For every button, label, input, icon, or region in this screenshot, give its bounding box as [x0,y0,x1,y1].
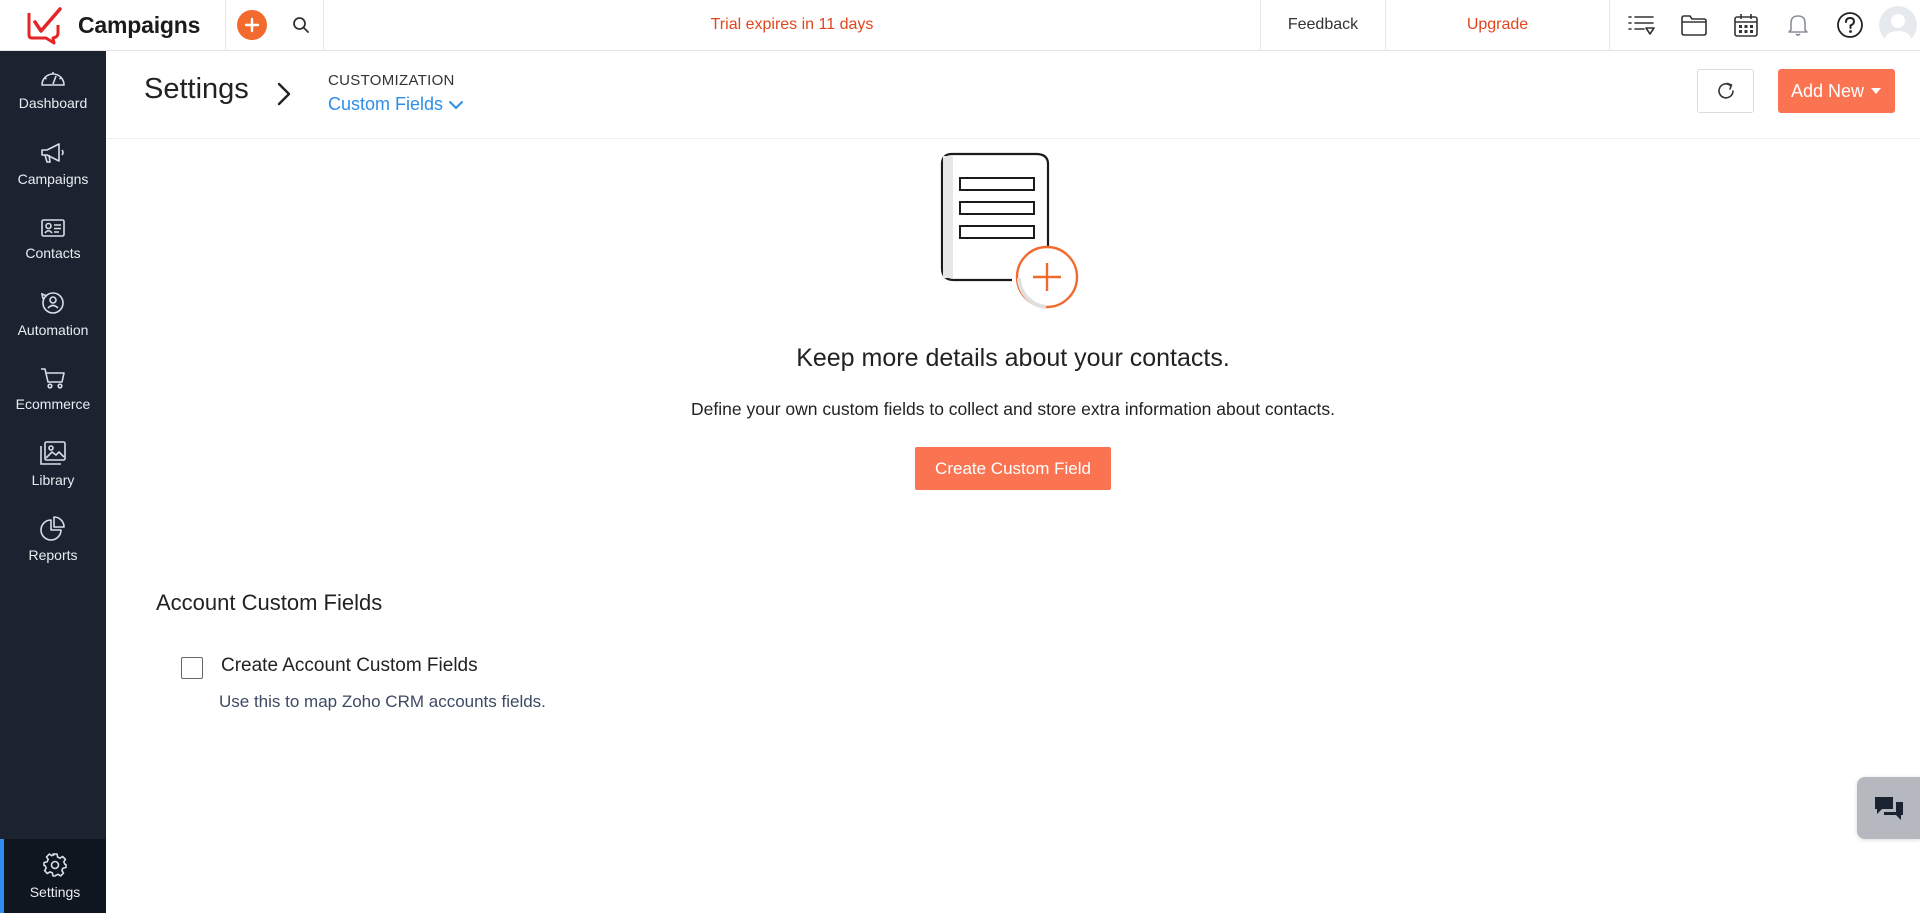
breadcrumb-current: Custom Fields [328,94,444,114]
sidebar-item-library[interactable]: Library [0,426,106,501]
automation-icon [40,291,64,314]
image-icon [40,440,66,465]
sidebar-item-label: Campaigns [17,170,89,187]
sidebar-item-label: Ecommerce [15,395,91,412]
user-menu[interactable] [1876,0,1920,51]
plus-icon [244,17,260,33]
help-icon [1837,12,1863,38]
sidebar-item-settings[interactable]: Settings [0,839,106,913]
account-custom-fields-help: Use this to map Zoho CRM accounts fields… [219,692,546,711]
folder-button[interactable] [1668,0,1720,51]
top-bar: Campaigns Trial expires in 11 days Feedb… [0,0,1920,51]
cart-icon [41,367,65,389]
speedometer-icon [41,71,65,86]
sidebar-item-label: Dashboard [18,94,88,111]
sidebar-item-dashboard[interactable]: Dashboard [0,51,106,126]
search-button[interactable] [278,0,324,50]
sidebar-item-label: Contacts [25,244,81,261]
chat-button[interactable] [1857,777,1920,839]
help-button[interactable] [1824,0,1876,51]
chevron-right-icon [277,82,291,106]
app-name: Campaigns [78,11,201,38]
empty-state-description: Define your own custom fields to collect… [691,399,1335,419]
refresh-button[interactable] [1697,69,1754,113]
page-title: Settings [144,73,249,105]
list-button[interactable] [1616,0,1668,51]
chevron-down-icon [449,100,464,109]
add-new-label: Add New [1790,80,1865,101]
breadcrumb-section: CUSTOMIZATION [328,72,455,89]
campaigns-logo-icon [27,7,62,45]
calendar-button[interactable] [1720,0,1772,51]
brand[interactable]: Campaigns [0,0,226,50]
search-icon [292,17,309,33]
sidebar-item-reports[interactable]: Reports [0,501,106,576]
sidebar-item-label: Library [31,471,75,488]
create-custom-field-button[interactable]: Create Custom Field [915,447,1111,490]
pie-chart-icon [40,515,65,541]
create-account-custom-fields-checkbox[interactable] [181,657,203,679]
gear-icon [43,853,67,877]
sidebar-item-contacts[interactable]: Contacts [0,201,106,276]
feedback-link[interactable]: Feedback [1260,0,1386,50]
page-header: Settings CUSTOMIZATION Custom Fields Add… [106,51,1920,139]
user-icon [1884,14,1912,44]
calendar-icon [1734,14,1758,37]
custom-fields-illustration [940,152,1079,309]
bell-icon [1788,15,1808,36]
caret-down-icon [1871,88,1882,94]
quick-create-button[interactable] [237,10,267,40]
avatar [1879,6,1917,44]
sidebar: Dashboard Campaigns Contacts Automation … [0,51,106,913]
breadcrumb-dropdown[interactable]: Custom Fields [328,94,464,115]
sidebar-item-automation[interactable]: Automation [0,276,106,351]
notifications-button[interactable] [1772,0,1824,51]
upgrade-link[interactable]: Upgrade [1386,0,1610,50]
sidebar-item-label: Automation [17,321,89,338]
sidebar-item-ecommerce[interactable]: Ecommerce [0,351,106,426]
folder-icon [1681,15,1707,36]
megaphone-icon [41,142,64,163]
list-icon [1628,16,1655,35]
chat-icon [1874,797,1903,820]
sidebar-item-label: Reports [28,546,78,563]
empty-state-heading: Keep more details about your contacts. [796,344,1230,372]
trial-notice: Trial expires in 11 days [710,16,874,33]
sidebar-item-campaigns[interactable]: Campaigns [0,126,106,201]
sidebar-item-label: Settings [29,884,81,900]
account-custom-fields-title: Account Custom Fields [156,590,383,615]
add-new-button[interactable]: Add New [1778,69,1895,113]
contact-card-icon [41,218,65,237]
create-account-custom-fields-label[interactable]: Create Account Custom Fields [221,655,478,677]
refresh-icon [1717,82,1734,99]
